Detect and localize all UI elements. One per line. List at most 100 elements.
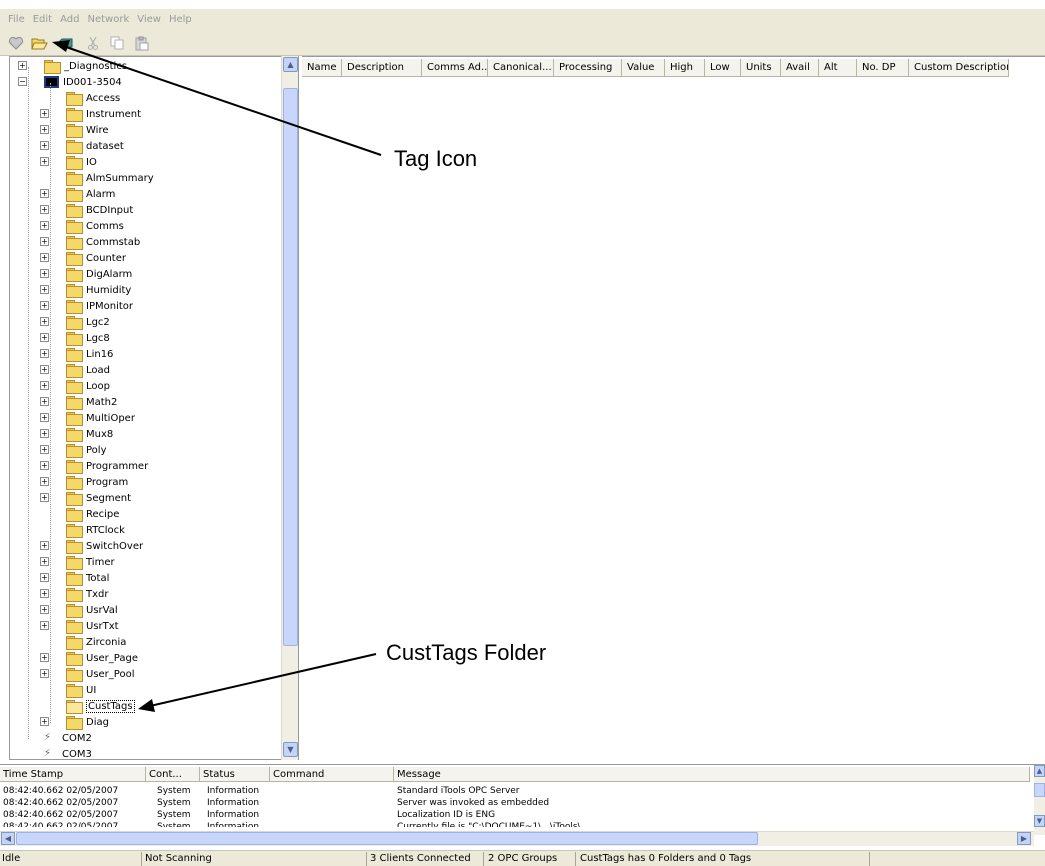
- tree-item-zirconia[interactable]: Zirconia: [66, 634, 126, 650]
- log-column-status[interactable]: Status: [200, 767, 270, 782]
- tree-item-usrtxt[interactable]: + UsrTxt: [40, 618, 119, 634]
- expand-icon[interactable]: +: [40, 269, 49, 278]
- scroll-thumb[interactable]: [283, 88, 298, 646]
- column-header-custom-description[interactable]: Custom Description: [909, 59, 1009, 77]
- log-row[interactable]: 08:42:40.662 02/05/2007 System Information…: [0, 785, 1030, 797]
- tree-item-almsummary[interactable]: AlmSummary: [66, 170, 154, 186]
- menu-help[interactable]: Help: [169, 14, 192, 25]
- expand-icon[interactable]: +: [40, 621, 49, 630]
- open-folder-icon[interactable]: [30, 35, 48, 51]
- tree-item-usrval[interactable]: + UsrVal: [40, 602, 118, 618]
- column-header-low[interactable]: Low: [705, 59, 741, 77]
- tree-item-commstab[interactable]: + Commstab: [40, 234, 140, 250]
- tree-item-txdr[interactable]: + Txdr: [40, 586, 109, 602]
- expand-icon[interactable]: +: [40, 445, 49, 454]
- collapse-icon[interactable]: −: [18, 77, 27, 86]
- tree-item-digalarm[interactable]: + DigAlarm: [40, 266, 132, 282]
- expand-icon[interactable]: +: [40, 413, 49, 422]
- tree-item-io[interactable]: + IO: [40, 154, 97, 170]
- tree-item-lgc8[interactable]: + Lgc8: [40, 330, 110, 346]
- expand-icon[interactable]: +: [40, 653, 49, 662]
- copy-icon[interactable]: [108, 35, 126, 51]
- tree-item-com2[interactable]: ⚡ COM2: [44, 730, 92, 746]
- expand-icon[interactable]: +: [40, 205, 49, 214]
- expand-icon[interactable]: +: [40, 717, 49, 726]
- menu-view[interactable]: View: [137, 14, 161, 25]
- expand-icon[interactable]: +: [40, 429, 49, 438]
- expand-icon[interactable]: +: [40, 573, 49, 582]
- scroll-thumb[interactable]: [16, 832, 758, 845]
- scroll-thumb[interactable]: [1034, 783, 1045, 797]
- tree-item-alarm[interactable]: + Alarm: [40, 186, 115, 202]
- tree-item-mux8[interactable]: + Mux8: [40, 426, 113, 442]
- tree-item-ipmonitor[interactable]: + IPMonitor: [40, 298, 133, 314]
- column-header-name[interactable]: Name: [302, 59, 342, 77]
- log-row[interactable]: 08:42:40.662 02/05/2007 System Information…: [0, 797, 1030, 809]
- log-vertical-scrollbar[interactable]: ▲ ▼: [1034, 765, 1045, 835]
- tree-item-timer[interactable]: + Timer: [40, 554, 115, 570]
- expand-icon[interactable]: +: [40, 477, 49, 486]
- tree-view[interactable]: + _Diagnostics − ID001-3504 Access + Instrumen…: [9, 56, 299, 760]
- tree-item-ui[interactable]: UI: [66, 682, 96, 698]
- scroll-up-arrow-icon[interactable]: ▲: [1034, 765, 1045, 777]
- message-log[interactable]: Time Stamp Cont... Status Command Message 08…: [0, 764, 1045, 848]
- tree-item-switchover[interactable]: + SwitchOver: [40, 538, 143, 554]
- column-header-description[interactable]: Description: [342, 59, 422, 77]
- expand-icon[interactable]: +: [40, 141, 49, 150]
- paste-icon[interactable]: [132, 35, 150, 51]
- tree-item-loop[interactable]: + Loop: [40, 378, 110, 394]
- tag-icon[interactable]: [56, 35, 74, 51]
- scroll-left-arrow-icon[interactable]: ◀: [1, 832, 15, 845]
- tree-scrollbar[interactable]: ▲ ▼: [281, 56, 298, 760]
- tree-item-diag[interactable]: + Diag: [40, 714, 109, 730]
- tree-item-program[interactable]: + Program: [40, 474, 128, 490]
- expand-icon[interactable]: +: [40, 557, 49, 566]
- log-row[interactable]: 08:42:40.662 02/05/2007 System Information…: [0, 809, 1030, 821]
- tree-item-access[interactable]: Access: [66, 90, 120, 106]
- tree-item-lin16[interactable]: + Lin16: [40, 346, 113, 362]
- scroll-up-arrow-icon[interactable]: ▲: [283, 57, 298, 72]
- log-column-cont[interactable]: Cont...: [146, 767, 200, 782]
- column-header-no-dp[interactable]: No. DP: [857, 59, 909, 77]
- scroll-right-arrow-icon[interactable]: ▶: [1017, 832, 1031, 845]
- log-column-time-stamp[interactable]: Time Stamp: [0, 767, 146, 782]
- tree-item-humidity[interactable]: + Humidity: [40, 282, 131, 298]
- expand-icon[interactable]: +: [18, 61, 27, 70]
- expand-icon[interactable]: +: [40, 397, 49, 406]
- tree-item-id001-3504[interactable]: − ID001-3504: [18, 74, 122, 90]
- log-row[interactable]: 08:42:40.662 02/05/2007 System Information…: [0, 821, 1030, 827]
- expand-icon[interactable]: +: [40, 253, 49, 262]
- tree-item-diagnostics[interactable]: + _Diagnostics: [18, 58, 127, 74]
- tree-item-comms[interactable]: + Comms: [40, 218, 124, 234]
- log-horizontal-scrollbar[interactable]: ◀ ▶: [0, 831, 1034, 846]
- column-header-comms-ad[interactable]: Comms Ad...: [422, 59, 488, 77]
- expand-icon[interactable]: +: [40, 365, 49, 374]
- tree-item-load[interactable]: + Load: [40, 362, 110, 378]
- tree-item-user-pool[interactable]: + User_Pool: [40, 666, 134, 682]
- expand-icon[interactable]: +: [40, 221, 49, 230]
- tree-item-programmer[interactable]: + Programmer: [40, 458, 148, 474]
- tree-item-user-page[interactable]: + User_Page: [40, 650, 138, 666]
- menu-edit[interactable]: Edit: [33, 14, 52, 25]
- tree-item-bcdinput[interactable]: + BCDInput: [40, 202, 133, 218]
- expand-icon[interactable]: +: [40, 605, 49, 614]
- expand-icon[interactable]: +: [40, 189, 49, 198]
- expand-icon[interactable]: +: [40, 125, 49, 134]
- tree-item-com3[interactable]: ⚡ COM3: [44, 746, 92, 760]
- heart-icon[interactable]: [7, 35, 25, 51]
- expand-icon[interactable]: +: [40, 381, 49, 390]
- expand-icon[interactable]: +: [40, 669, 49, 678]
- column-header-high[interactable]: High: [665, 59, 705, 77]
- log-column-message[interactable]: Message: [394, 767, 1030, 782]
- tree-item-dataset[interactable]: + dataset: [40, 138, 124, 154]
- tree-item-total[interactable]: + Total: [40, 570, 109, 586]
- column-header-processing[interactable]: Processing: [554, 59, 622, 77]
- tree-item-math2[interactable]: + Math2: [40, 394, 117, 410]
- tree-item-recipe[interactable]: Recipe: [66, 506, 119, 522]
- tree-item-rtclock[interactable]: RTClock: [66, 522, 125, 538]
- menu-add[interactable]: Add: [60, 14, 79, 25]
- tree-item-multioper[interactable]: + MultiOper: [40, 410, 135, 426]
- column-header-canonical[interactable]: Canonical...: [488, 59, 554, 77]
- expand-icon[interactable]: +: [40, 237, 49, 246]
- column-header-alt[interactable]: Alt: [819, 59, 857, 77]
